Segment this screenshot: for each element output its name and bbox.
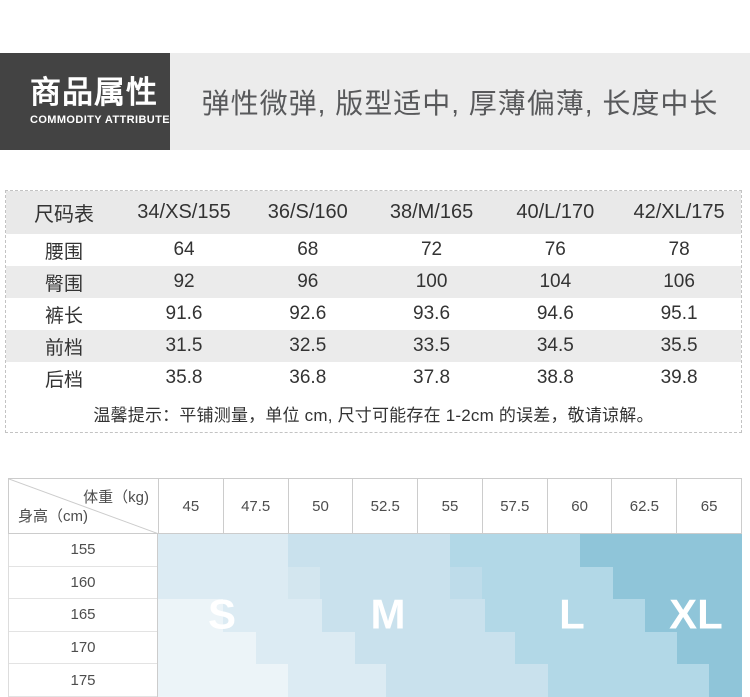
size-zone-area: S M L XL bbox=[158, 534, 742, 697]
weight-value: 60 bbox=[547, 479, 613, 533]
cell-value: 38.8 bbox=[536, 367, 574, 388]
section-title-cn: 商品属性 bbox=[30, 75, 158, 111]
commodity-attributes-header: 商品属性 COMMODITY ATTRIBUTES 弹性微弹, 版型适中, 厚薄… bbox=[0, 53, 750, 150]
size-table-note-row: 温馨提示：平铺测量，单位 cm, 尺寸可能存在 1-2cm 的误差，敬请谅解。 bbox=[6, 394, 741, 432]
cell-value: 36.8 bbox=[289, 367, 327, 388]
size-zone-letter-xl: XL bbox=[669, 589, 723, 637]
cell-value: 64 bbox=[173, 239, 195, 260]
size-zone-letter-l: L bbox=[559, 589, 585, 637]
cell-value: 106 bbox=[663, 271, 695, 292]
cell-value: 96 bbox=[297, 271, 319, 292]
height-value: 155 bbox=[9, 534, 157, 567]
table-row-waist: 腰围 64 68 72 76 78 bbox=[6, 234, 741, 266]
size-table: 尺码表 34/XS/155 36/S/160 38/M/165 40/L/170… bbox=[6, 191, 741, 432]
section-title-en: COMMODITY ATTRIBUTES bbox=[30, 113, 178, 126]
cell-value: 68 bbox=[297, 239, 319, 260]
cell-value: 72 bbox=[420, 239, 443, 260]
size-column-header: 36/S/160 bbox=[267, 201, 348, 223]
weight-value: 45 bbox=[159, 479, 224, 533]
row-label: 后档 bbox=[45, 369, 84, 391]
height-value: 175 bbox=[9, 664, 157, 697]
height-axis-label: 身高（cm) bbox=[18, 508, 88, 525]
cell-value: 100 bbox=[415, 271, 448, 292]
zone-row bbox=[158, 566, 742, 600]
size-column-header: 42/XL/175 bbox=[633, 201, 725, 223]
size-table-header-row: 尺码表 34/XS/155 36/S/160 38/M/165 40/L/170… bbox=[6, 191, 741, 234]
axis-corner-cell: 体重（kg) 身高（cm) bbox=[9, 479, 159, 534]
cell-value: 92.6 bbox=[289, 303, 327, 324]
size-zone-letter-m: M bbox=[370, 589, 406, 637]
height-value: 165 bbox=[9, 599, 157, 632]
height-labels-column: 155 160 165 170 175 bbox=[8, 534, 158, 697]
cell-value: 32.5 bbox=[289, 335, 327, 356]
cell-value: 76 bbox=[544, 239, 566, 260]
size-table-title: 尺码表 bbox=[34, 204, 95, 226]
height-value: 170 bbox=[9, 631, 157, 665]
row-label: 臀围 bbox=[45, 273, 84, 295]
weight-axis-label: 体重（kg) bbox=[83, 489, 149, 506]
cell-value: 31.5 bbox=[165, 335, 203, 356]
cell-value: 37.8 bbox=[413, 367, 451, 388]
cell-value: 35.5 bbox=[660, 335, 698, 356]
attributes-summary-band: 弹性微弹, 版型适中, 厚薄偏薄, 长度中长 bbox=[170, 53, 750, 150]
table-row-pants-length: 裤长 91.6 92.6 93.6 94.6 95.1 bbox=[6, 298, 741, 330]
table-row-hip: 臀围 92 96 100 104 106 bbox=[6, 266, 741, 298]
cell-value: 34.5 bbox=[536, 335, 574, 356]
zone-row bbox=[158, 599, 742, 632]
zone-row bbox=[158, 534, 742, 567]
size-recommendation-chart: 体重（kg) 身高（cm) 45 47.5 50 52.5 55 57.5 60… bbox=[8, 478, 743, 697]
size-zone-letter-s: S bbox=[207, 589, 237, 637]
cell-value: 35.8 bbox=[165, 367, 203, 388]
table-row-back-rise: 后档 35.8 36.8 37.8 38.8 39.8 bbox=[6, 362, 741, 394]
weight-value: 50 bbox=[288, 479, 354, 533]
cell-value: 78 bbox=[668, 239, 690, 260]
weight-value: 62.5 bbox=[612, 479, 678, 533]
weight-value: 47.5 bbox=[223, 479, 289, 533]
zone-row bbox=[158, 631, 742, 665]
weight-value: 55 bbox=[418, 479, 483, 533]
size-table-container: 尺码表 34/XS/155 36/S/160 38/M/165 40/L/170… bbox=[5, 190, 742, 433]
cell-value: 91.6 bbox=[165, 303, 203, 324]
weight-value: 57.5 bbox=[482, 479, 548, 533]
cell-value: 93.6 bbox=[413, 303, 451, 324]
row-label: 裤长 bbox=[45, 305, 84, 327]
table-row-front-rise: 前档 31.5 32.5 33.5 34.5 35.5 bbox=[6, 330, 741, 362]
commodity-attributes-title-box: 商品属性 COMMODITY ATTRIBUTES bbox=[0, 53, 178, 150]
weight-header-row: 体重（kg) 身高（cm) 45 47.5 50 52.5 55 57.5 60… bbox=[8, 478, 743, 534]
zone-row bbox=[158, 664, 742, 697]
cell-value: 33.5 bbox=[413, 335, 451, 356]
size-chart-body: 155 160 165 170 175 S M L XL bbox=[8, 534, 742, 697]
attributes-summary-text: 弹性微弹, 版型适中, 厚薄偏薄, 长度中长 bbox=[201, 87, 719, 119]
size-column-header: 40/L/170 bbox=[516, 201, 595, 223]
cell-value: 94.6 bbox=[536, 303, 574, 324]
measurement-note: 温馨提示：平铺测量，单位 cm, 尺寸可能存在 1-2cm 的误差，敬请谅解。 bbox=[93, 405, 654, 425]
cell-value: 104 bbox=[539, 271, 572, 292]
cell-value: 92 bbox=[173, 271, 195, 292]
height-value: 160 bbox=[9, 566, 157, 600]
row-label: 前档 bbox=[45, 337, 84, 359]
cell-value: 95.1 bbox=[660, 303, 698, 324]
product-attributes-page: 商品属性 COMMODITY ATTRIBUTES 弹性微弹, 版型适中, 厚薄… bbox=[0, 0, 750, 697]
weight-value: 65 bbox=[677, 479, 743, 533]
size-column-header: 34/XS/155 bbox=[137, 201, 231, 223]
row-label: 腰围 bbox=[45, 241, 84, 263]
weight-value: 52.5 bbox=[353, 479, 419, 533]
cell-value: 39.8 bbox=[660, 367, 698, 388]
size-column-header: 38/M/165 bbox=[389, 201, 474, 223]
